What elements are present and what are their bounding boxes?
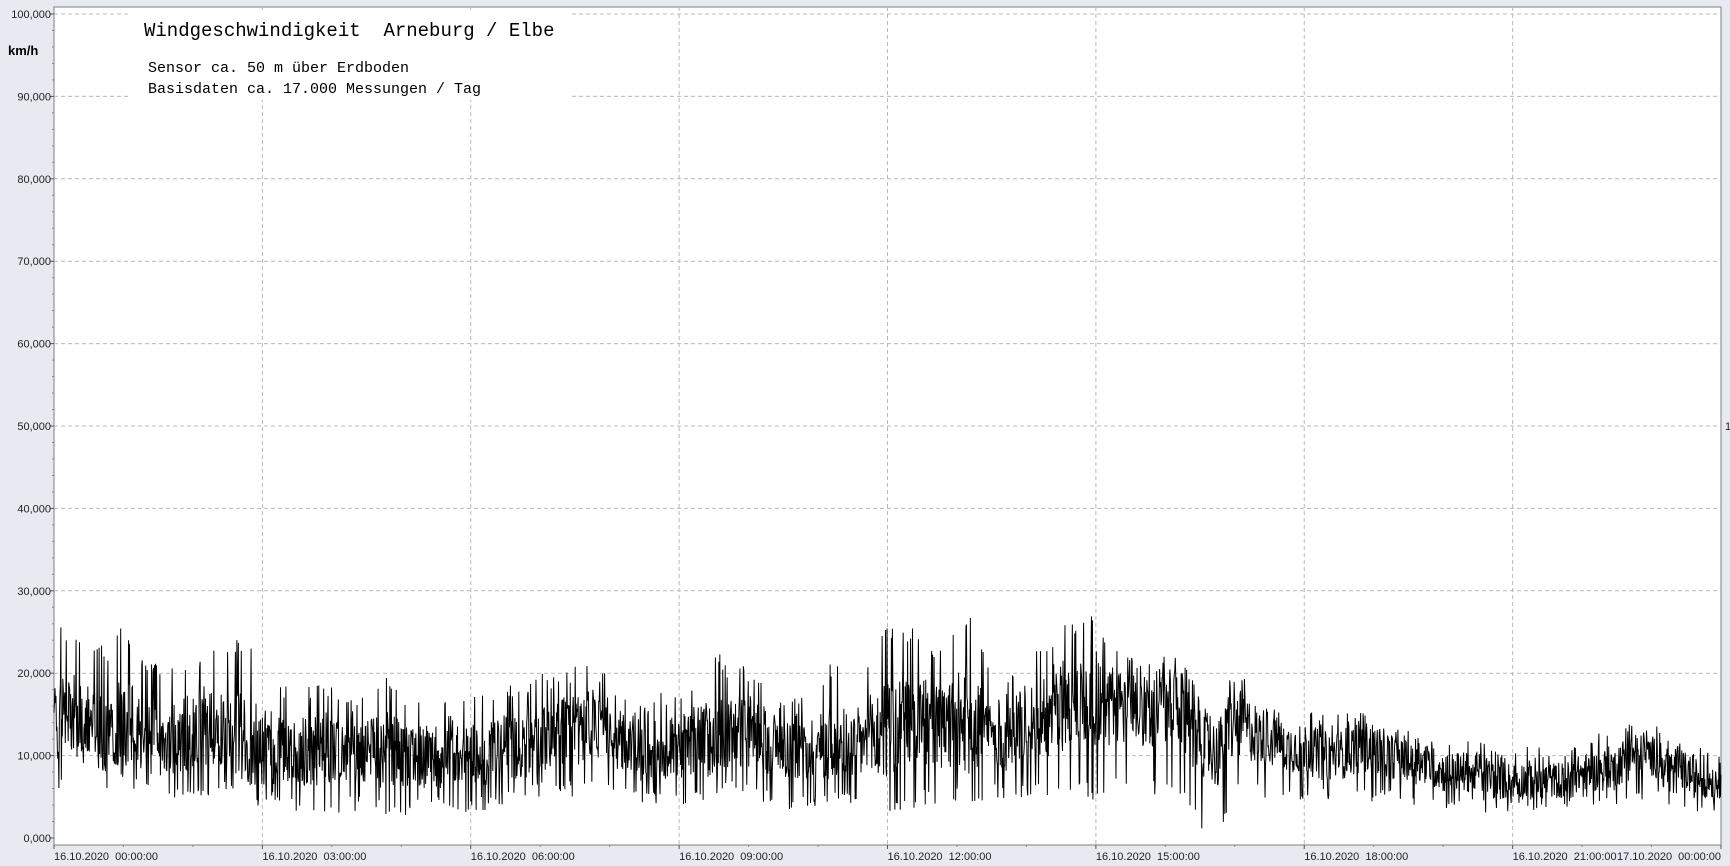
y-tick-label: 80,000 <box>17 174 51 186</box>
y-tick-label: 60,000 <box>17 339 51 351</box>
chart-title: Windgeschwindigkeit Arneburg / Elbe <box>144 20 554 42</box>
x-tick-label: 16.10.2020 09:00:00 <box>679 851 783 863</box>
y-tick-label: 30,000 <box>17 586 51 598</box>
y-axis-unit: km/h <box>8 43 38 58</box>
y-axis: 0,000 10,000 20,000 30,000 40,000 50,000 60,00… <box>11 9 54 845</box>
x-tick-label: 16.10.2020 03:00:00 <box>262 851 366 863</box>
y-tick-label: 100,000 <box>11 9 51 21</box>
x-tick-label: 16.10.2020 15:00:00 <box>1096 851 1200 863</box>
chart-subtitle-sensor: Sensor ca. 50 m über Erdboden <box>148 60 409 77</box>
y-tick-label: 40,000 <box>17 503 51 515</box>
y-tick-label: 90,000 <box>17 91 51 103</box>
y-tick-label: 50,000 <box>17 421 51 433</box>
x-tick-label: 16.10.2020 18:00:00 <box>1304 851 1408 863</box>
x-tick-label: 16.10.2020 00:00:00 <box>54 851 158 863</box>
x-tick-label: 16.10.2020 12:00:00 <box>888 851 992 863</box>
y-tick-label: 0,000 <box>23 833 51 845</box>
x-axis: 16.10.2020 00:00:00 16.10.2020 03:00:00 16… <box>53 845 1722 863</box>
x-tick-label: 16.10.2020 06:00:00 <box>471 851 575 863</box>
y-tick-label: 10,000 <box>17 751 51 763</box>
x-tick-label: 17.10.2020 00:00:00 <box>1617 851 1721 863</box>
right-edge-marker: 1 <box>1725 421 1730 433</box>
y-tick-label: 20,000 <box>17 668 51 680</box>
x-tick-label: 16.10.2020 21:00:00 <box>1513 851 1617 863</box>
chart-subtitle-basis: Basisdaten ca. 17.000 Messungen / Tag <box>148 81 481 98</box>
wind-speed-chart: 0,000 10,000 20,000 30,000 40,000 50,000 60,00… <box>8 6 1730 863</box>
y-tick-label: 70,000 <box>17 256 51 268</box>
